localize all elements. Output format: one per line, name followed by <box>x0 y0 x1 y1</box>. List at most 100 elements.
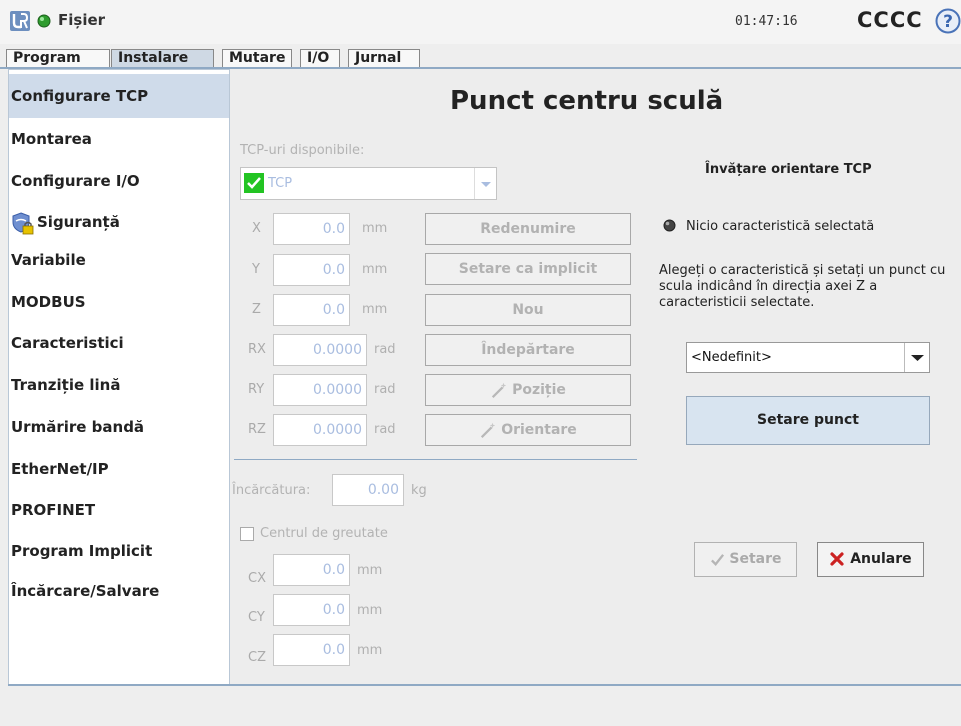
chevron-down-icon[interactable] <box>904 343 929 372</box>
sidebar-item-modbus[interactable]: MODBUS <box>9 280 229 324</box>
magic-wand-icon <box>481 422 496 438</box>
tab-instalare[interactable]: Instalare <box>111 49 214 68</box>
cx-field[interactable]: 0.0 <box>273 554 350 586</box>
cz-unit: mm <box>357 643 383 658</box>
tab-io[interactable]: I/O <box>300 49 340 68</box>
sidebar-item-label: MODBUS <box>11 293 86 311</box>
z-unit: mm <box>362 302 388 317</box>
clock: 01:47:16 <box>735 14 798 29</box>
cy-unit: mm <box>357 603 383 618</box>
position-button[interactable]: Poziție <box>425 374 631 406</box>
shield-lock-icon <box>12 211 34 234</box>
rz-label: RZ <box>248 422 266 437</box>
status-dot-icon[interactable] <box>37 14 51 28</box>
checkmark-icon <box>710 553 724 566</box>
bottom-divider <box>8 684 961 686</box>
checkmark-icon <box>244 173 264 193</box>
tab-jurnal[interactable]: Jurnal <box>348 49 420 68</box>
set-point-button[interactable]: Setare punct <box>686 396 930 445</box>
y-label: Y <box>252 262 260 277</box>
file-menu[interactable]: Fișier <box>58 11 105 29</box>
sidebar-item-label: Tranziție lină <box>11 376 121 394</box>
sidebar-item-label: Program Implicit <box>11 542 153 560</box>
status-dot-icon <box>663 219 676 232</box>
close-icon <box>830 552 844 566</box>
sidebar-item-profinet[interactable]: PROFINET <box>9 488 229 532</box>
y-unit: mm <box>362 262 388 277</box>
rx-field[interactable]: 0.0000 <box>273 334 367 366</box>
page-title: Punct centru sculă <box>450 86 724 116</box>
tcp-dropdown-value: TCP <box>268 176 293 191</box>
tcp-list-label: TCP-uri disponibile: <box>240 143 365 158</box>
sidebar-item-label: Caracteristici <box>11 334 124 352</box>
z-field[interactable]: 0.0 <box>273 294 350 326</box>
tab-program[interactable]: Program <box>6 49 110 68</box>
payload-field[interactable]: 0.00 <box>332 474 404 506</box>
sidebar-item-label: Montarea <box>11 130 92 148</box>
ry-field[interactable]: 0.0000 <box>273 374 367 406</box>
tab-mutare[interactable]: Mutare <box>222 49 292 68</box>
new-button[interactable]: Nou <box>425 294 631 326</box>
sidebar-item-label: Încărcare/Salvare <box>11 582 160 600</box>
sidebar-item-urmarire-banda[interactable]: Urmărire bandă <box>9 405 229 449</box>
sidebar-item-incarcare-salvare[interactable]: Încărcare/Salvare <box>9 569 229 613</box>
teach-orientation-heading: Învățare orientare TCP <box>705 162 872 177</box>
ry-unit: rad <box>374 382 396 397</box>
sidebar-item-variabile[interactable]: Variabile <box>9 238 229 282</box>
magic-wand-icon <box>491 382 507 398</box>
sidebar-item-label: Configurare I/O <box>11 172 140 190</box>
cz-label: CZ <box>248 650 266 665</box>
feature-select[interactable]: <Nedefinit> <box>686 342 930 373</box>
chevron-down-icon[interactable] <box>474 168 496 199</box>
sidebar-item-caracteristici[interactable]: Caracteristici <box>9 321 229 365</box>
sidebar-item-tranzitie-lina[interactable]: Tranziție lină <box>9 363 229 407</box>
sidebar-item-label: Siguranță <box>37 213 120 231</box>
orientation-button-label: Orientare <box>501 422 577 438</box>
cy-field[interactable]: 0.0 <box>273 594 350 626</box>
z-label: Z <box>252 302 261 317</box>
payload-label: Încărcătura: <box>232 483 311 498</box>
sidebar-item-label: Urmărire bandă <box>11 418 145 436</box>
cx-unit: mm <box>357 563 383 578</box>
tcp-dropdown[interactable]: TCP <box>240 167 497 200</box>
x-unit: mm <box>362 221 388 236</box>
rz-field[interactable]: 0.0000 <box>273 414 367 446</box>
installation-sidebar: Configurare TCP Montarea Configurare I/O… <box>8 69 230 685</box>
cy-label: CY <box>248 610 265 625</box>
rx-label: RX <box>248 342 266 357</box>
cx-label: CX <box>248 571 266 586</box>
sidebar-item-configurare-tcp[interactable]: Configurare TCP <box>9 74 229 118</box>
ry-label: RY <box>248 382 265 397</box>
remove-button[interactable]: Îndepărtare <box>425 334 631 366</box>
sidebar-item-label: PROFINET <box>11 501 96 519</box>
svg-text:?: ? <box>943 12 953 32</box>
x-field[interactable]: 0.0 <box>273 213 350 245</box>
main-tabs: Program Instalare Mutare I/O Jurnal <box>0 44 961 68</box>
cancel-button[interactable]: Anulare <box>817 542 924 577</box>
sidebar-item-montarea[interactable]: Montarea <box>9 117 229 161</box>
position-button-label: Poziție <box>512 382 566 398</box>
orientation-button[interactable]: Orientare <box>425 414 631 446</box>
robot-name: CCCC <box>857 8 923 32</box>
cz-field[interactable]: 0.0 <box>273 634 350 666</box>
teach-instructions: Alegeți o caracteristică și setați un pu… <box>659 263 946 310</box>
top-bar: Fișier 01:47:16 CCCC ? <box>0 0 961 44</box>
set-default-button[interactable]: Setare ca implicit <box>425 253 631 285</box>
cog-checkbox[interactable] <box>240 527 254 541</box>
sidebar-item-ethernet-ip[interactable]: EtherNet/IP <box>9 447 229 491</box>
sidebar-item-label: Variabile <box>11 251 86 269</box>
feature-select-value: <Nedefinit> <box>691 350 772 365</box>
set-button-label: Setare <box>729 551 782 567</box>
x-label: X <box>252 221 261 236</box>
sidebar-item-configurare-io[interactable]: Configurare I/O <box>9 159 229 203</box>
cancel-button-label: Anulare <box>850 551 912 567</box>
rename-button[interactable]: Redenumire <box>425 213 631 245</box>
ur-logo-icon <box>10 11 30 31</box>
rx-unit: rad <box>374 342 396 357</box>
rz-unit: rad <box>374 422 396 437</box>
sidebar-item-program-implicit[interactable]: Program Implicit <box>9 529 229 573</box>
help-icon[interactable]: ? <box>935 8 961 34</box>
y-field[interactable]: 0.0 <box>273 254 350 286</box>
set-button[interactable]: Setare <box>694 542 797 577</box>
sidebar-item-label: EtherNet/IP <box>11 460 109 478</box>
